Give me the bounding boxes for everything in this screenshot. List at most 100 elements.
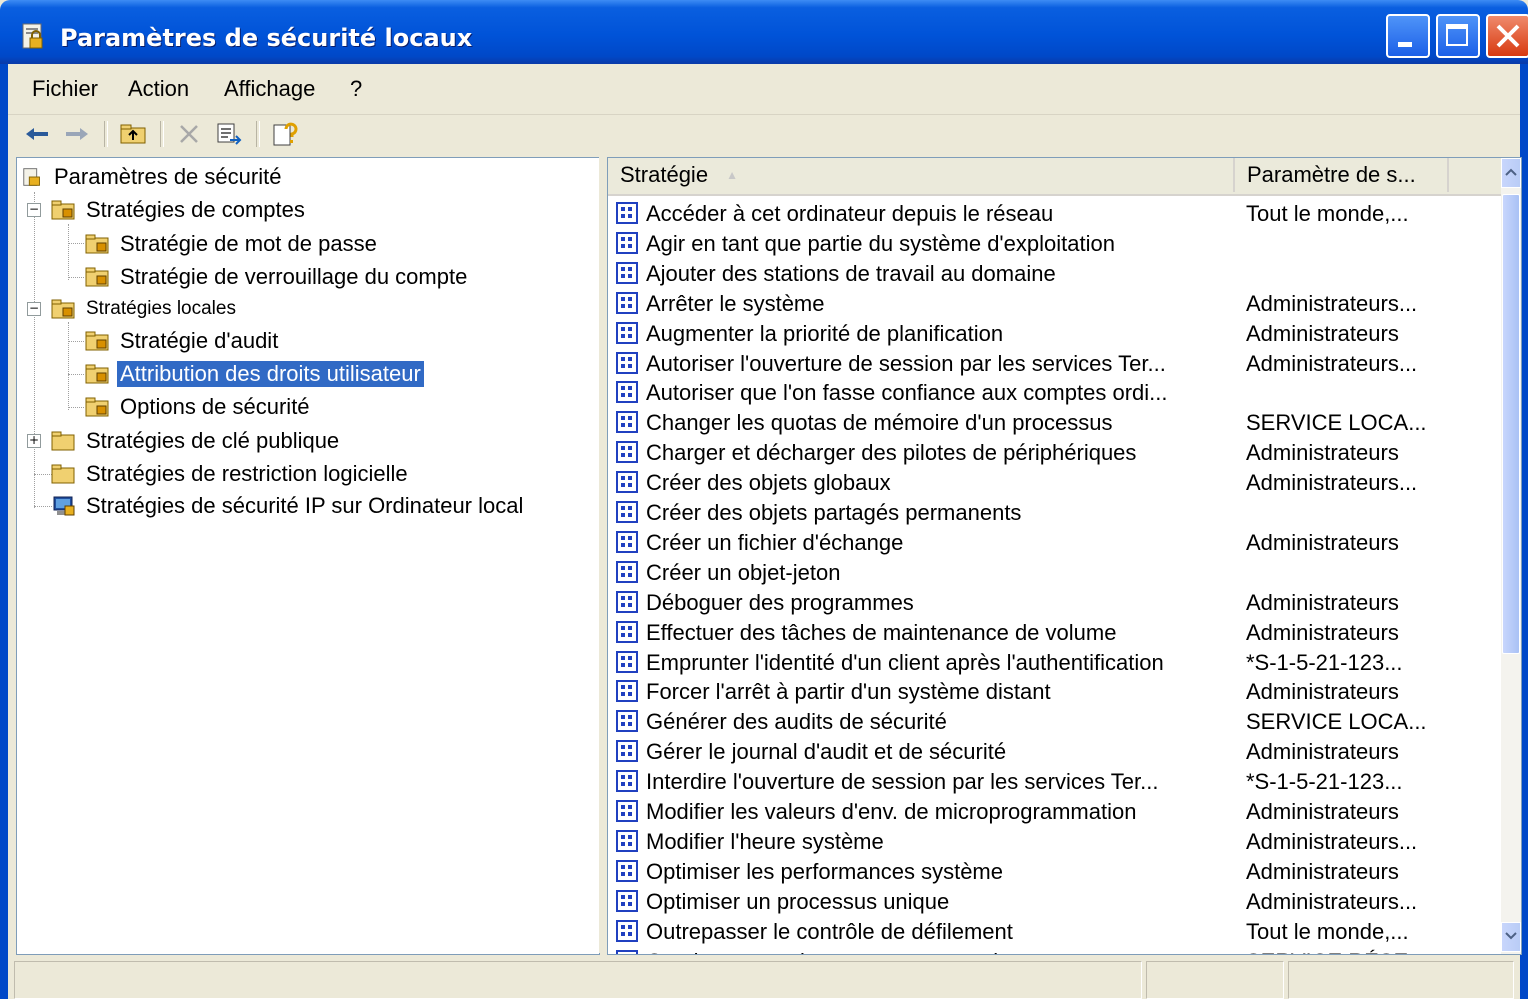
policy-row[interactable]: Changer les quotas de mémoire d'un proce… [608,408,1501,438]
policy-row[interactable]: Augmenter la priorité de planification Ad… [608,319,1501,349]
toolbar-separator [104,121,108,147]
policy-icon [616,859,638,882]
tree-item-mot-de-passe[interactable]: Stratégie de mot de passe [85,228,380,260]
tree-line [34,506,52,507]
policy-row[interactable]: Créer un fichier d'échange Administrateur… [608,528,1501,558]
policy-setting: Tout le monde,... [1246,918,1409,944]
policy-setting: SERVICE LOCA... [1246,709,1427,735]
tree-item-cle-publique[interactable]: Stratégies de clé publique [51,425,342,457]
policy-name: Créer des objets partagés permanents [646,500,1022,525]
policy-icon [616,800,638,822]
tree-line [34,474,52,475]
policy-name: Optimiser les performances système [646,858,1003,884]
help-button[interactable] [268,119,302,149]
policy-row[interactable]: Modifier l'heure système Administrateurs.… [608,827,1501,857]
policy-row[interactable]: Accéder à cet ordinateur depuis le résea… [608,199,1501,229]
policy-icon [616,770,638,793]
policy-name: Changer les quotas de mémoire d'un proce… [646,410,1113,436]
tree-line [68,322,69,410]
title-bar[interactable]: Paramètres de sécurité locaux [0,0,1528,64]
policy-name: Modifier l'heure système [646,828,884,854]
tree-item-strategies-locales[interactable]: Stratégies locales [51,293,239,325]
policy-name: Optimiser un processus unique [646,888,950,914]
policy-row[interactable]: Modifier les valeurs d'env. de microprog… [608,797,1501,827]
policy-row[interactable]: Créer un objet-jeton [608,558,1501,588]
policy-row[interactable]: Effectuer des tâches de maintenance de v… [608,618,1501,648]
policy-row[interactable]: Forcer l'arrêt à partir d'un système dis… [608,677,1501,707]
policy-row[interactable]: Créer des objets partagés permanents [608,498,1501,528]
policy-row[interactable]: Optimiser les performances système Admini… [608,857,1501,887]
policy-row[interactable]: Déboguer des programmes Administrateurs [608,588,1501,618]
policy-name: Créer un fichier d'échange [646,529,904,555]
tree-item-attribution-droits[interactable]: Attribution des droits utilisateur [85,358,424,390]
locked-folder-icon [85,267,109,287]
export-list-button[interactable] [212,119,246,149]
tree-root-label: Paramètres de sécurité [54,164,282,189]
close-button[interactable] [1486,14,1528,58]
policy-name: Outrepasser le contrôle de défilement [646,918,1013,944]
policy-row[interactable]: Interdire l'ouverture de session par les… [608,767,1501,797]
tree-root[interactable]: Paramètres de sécurité [21,161,284,193]
policy-setting: SERVICE LOCA... [1246,410,1427,436]
tree-item-label: Stratégies de sécurité IP sur Ordinateur… [86,493,524,518]
policy-row[interactable]: Outrepasser le contrôle de défilement Tou… [608,917,1501,947]
policy-setting: Administrateurs [1246,739,1399,765]
policy-icon [616,351,638,374]
up-folder-button[interactable] [116,119,150,149]
locked-folder-icon [51,299,75,319]
policy-row[interactable]: Créer des objets globaux Administrateurs.… [608,468,1501,498]
policy-list-pane: Stratégie ▲ Paramètre de s... Accéder à … [607,157,1522,955]
expand-toggle[interactable]: + [27,434,41,448]
menu-affichage[interactable]: Affichage [224,76,315,102]
delete-button[interactable] [172,119,206,149]
close-icon [1496,24,1520,48]
collapse-toggle[interactable]: − [27,203,41,217]
policy-setting: Administrateurs [1246,440,1399,466]
tree-pane[interactable]: Paramètres de sécurité − Stratégies de c… [16,157,600,955]
policy-row[interactable]: Charger et décharger des pilotes de péri… [608,438,1501,468]
tree-item-securite-ip[interactable]: Stratégies de sécurité IP sur Ordinateur… [51,490,526,522]
tree-item-options-securite[interactable]: Options de sécurité [85,391,313,423]
minimize-button[interactable] [1386,14,1430,58]
policy-row[interactable]: Autoriser l'ouverture de session par les… [608,349,1501,379]
tree-item-audit[interactable]: Stratégie d'audit [85,325,281,357]
scroll-down-button[interactable] [1501,922,1521,952]
policy-row[interactable]: Emprunter l'identité d'un client après l… [608,648,1501,678]
security-settings-icon [22,23,43,49]
menu-fichier[interactable]: Fichier [32,76,98,102]
maximize-icon [1446,24,1468,46]
policy-row[interactable]: Autoriser que l'on fasse confiance aux c… [608,378,1501,408]
back-button[interactable] [22,119,52,149]
policy-row[interactable]: Optimiser un processus unique Administrat… [608,887,1501,917]
policy-row[interactable]: Générer des audits de sécurité SERVICE LO… [608,707,1501,737]
policy-setting: Administrateurs [1246,529,1399,555]
tree-item-restriction-logicielle[interactable]: Stratégies de restriction logicielle [51,458,411,490]
policy-icon [616,560,638,583]
tree-item-label: Stratégies de clé publique [86,428,340,453]
folder-icon [51,464,75,484]
scroll-up-button[interactable] [1501,158,1521,188]
scroll-thumb[interactable] [1502,194,1520,654]
policy-row[interactable]: Ouvrir une session en tant que serviceSE… [608,947,1501,954]
pane-splitter[interactable] [599,157,607,953]
window: Paramètres de sécurité locaux Fichier Ac… [0,0,1528,999]
forward-button[interactable] [62,119,92,149]
policy-row[interactable]: Arrêter le système Administrateurs... [608,289,1501,319]
column-header-parametre[interactable]: Paramètre de s... [1235,158,1449,192]
menu-action[interactable]: Action [128,76,189,102]
tree-line [68,224,69,280]
policy-row[interactable]: Agir en tant que partie du système d'exp… [608,229,1501,259]
policy-setting: Administrateurs... [1246,470,1418,496]
policy-row[interactable]: Gérer le journal d'audit et de sécurité A… [608,737,1501,767]
policy-setting: Administrateurs... [1246,290,1418,316]
maximize-button[interactable] [1436,14,1480,58]
tree-item-verrouillage[interactable]: Stratégie de verrouillage du compte [85,261,470,293]
policy-name: Créer des objets globaux [646,470,891,496]
policy-row[interactable]: Ajouter des stations de travail au domai… [608,259,1501,289]
menu-help[interactable]: ? [350,76,362,102]
collapse-toggle[interactable]: − [27,302,41,316]
tree-item-strategies-comptes[interactable]: Stratégies de comptes [51,194,308,226]
help-icon [273,122,298,146]
column-header-strategie[interactable]: Stratégie ▲ [608,158,1235,192]
vertical-scrollbar[interactable] [1501,158,1521,954]
